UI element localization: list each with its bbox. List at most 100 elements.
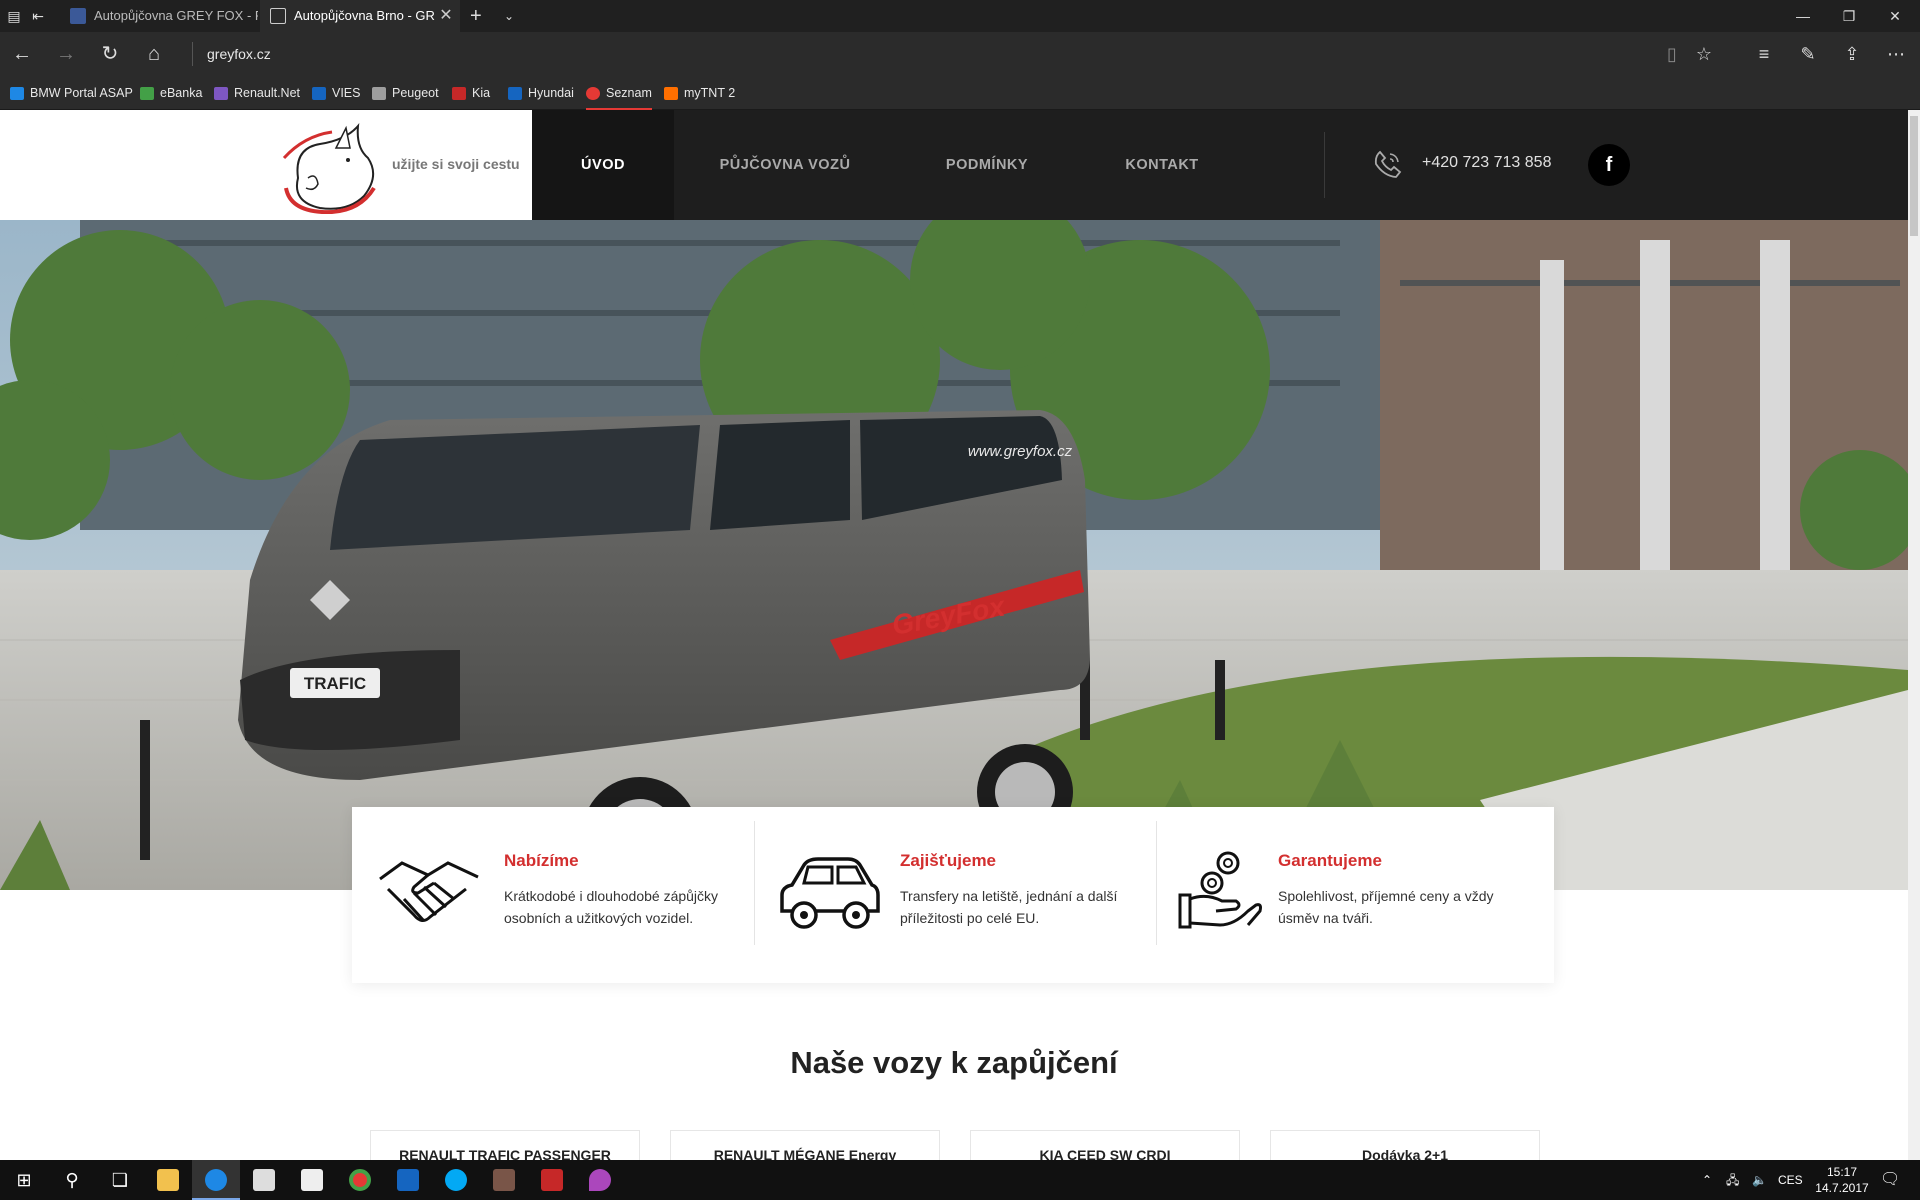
favorite-label: myTNT 2 — [684, 86, 736, 100]
new-tab-button[interactable]: + — [470, 0, 482, 32]
feature-text: Transfery na letiště, jednání a další př… — [900, 888, 1118, 926]
favorites-bar: BMW Portal ASAP eBanka Renault.Net VIES … — [0, 76, 1920, 110]
page-favicon-icon — [270, 8, 286, 24]
car-card-title: RENAULT MÉGANE Energy — [713, 1147, 897, 1160]
favorite-icon — [586, 87, 600, 100]
car-app-icon[interactable] — [528, 1160, 576, 1200]
favorite-item[interactable]: eBanka — [140, 76, 202, 110]
favorite-item[interactable]: Kia — [452, 76, 490, 110]
close-window-icon[interactable]: ✕ — [1872, 0, 1918, 32]
favorite-icon — [452, 87, 466, 100]
feature-garantujeme: Garantujeme Spolehlivost, příjemné ceny … — [1156, 821, 1552, 945]
windows-start-icon[interactable]: ⊞ — [0, 1160, 48, 1200]
logo-area: užijte si svoji cestu — [0, 110, 542, 220]
action-center-icon[interactable]: 🗨 — [1880, 1160, 1900, 1200]
clock-time: 15:17 — [1826, 1165, 1858, 1179]
chrome-icon[interactable] — [336, 1160, 384, 1200]
more-icon[interactable]: ⋯ — [1884, 42, 1908, 66]
favorite-item[interactable]: myTNT 2 — [664, 76, 735, 110]
search-icon[interactable]: ⚲ — [48, 1160, 96, 1200]
car-card[interactable]: KIA CEED SW CRDI — [970, 1130, 1240, 1160]
home-icon[interactable]: ⌂ — [142, 42, 166, 66]
task-view-icon[interactable]: ❏ — [96, 1160, 144, 1200]
site-header: užijte si svoji cestu ÚVOD PŮJČOVNA VOZŮ… — [0, 110, 1908, 220]
browser-tab-inactive[interactable]: Autopůjčovna GREY FOX - F — [60, 0, 258, 32]
nav-kontakt[interactable]: KONTAKT — [1100, 110, 1224, 220]
feature-zajistujeme: Zajišťujeme Transfery na letiště, jednán… — [754, 821, 1150, 945]
favorite-item[interactable]: Hyundai — [508, 76, 574, 110]
favorite-star-icon[interactable]: ☆ — [1692, 42, 1716, 66]
car-card[interactable]: Dodávka 2+1 — [1270, 1130, 1540, 1160]
restore-icon[interactable]: ❐ — [1826, 0, 1872, 32]
minimize-icon[interactable]: — — [1780, 0, 1826, 32]
web-note-icon[interactable]: ✎ — [1796, 42, 1820, 66]
volume-icon[interactable]: 🔈 — [1752, 1160, 1767, 1200]
car-icon — [780, 857, 880, 929]
car-card-title: KIA CEED SW CRDI — [1039, 1147, 1171, 1160]
address-toolbar: ← → ↻ ⌂ greyfox.cz ▯ ☆ ≡ ✎ ⇪ ⋯ — [0, 32, 1920, 76]
close-tab-icon[interactable]: ✕ — [438, 0, 454, 32]
header-divider — [1324, 132, 1325, 198]
mail-icon[interactable] — [288, 1160, 336, 1200]
favorite-label: Seznam — [606, 86, 652, 100]
edge-browser-icon[interactable] — [192, 1160, 240, 1200]
refresh-icon[interactable]: ↻ — [98, 42, 122, 66]
chevron-down-icon[interactable]: ⌄ — [504, 0, 514, 32]
network-icon[interactable]: 🖧 — [1726, 1160, 1739, 1200]
favorite-item[interactable]: Renault.Net — [214, 76, 300, 110]
skype-icon[interactable] — [432, 1160, 480, 1200]
hub-icon[interactable]: ≡ — [1752, 42, 1776, 66]
tab-preview-icon[interactable]: ▤ — [6, 8, 22, 24]
windows-taskbar: ⊞ ⚲ ❏ ⌃ 🖧 🔈 CES 15:17 14.7.2017 🗨 — [0, 1160, 1920, 1200]
favorite-label: Hyundai — [528, 86, 574, 100]
chevron-up-icon[interactable]: ⌃ — [1702, 1160, 1712, 1200]
favorite-item[interactable]: Peugeot — [372, 76, 439, 110]
feature-text: Krátkodobé i dlouhodobé zápůjčky osobníc… — [504, 888, 719, 926]
back-icon[interactable]: ← — [10, 42, 34, 66]
favorite-icon — [312, 87, 326, 100]
forward-icon[interactable]: → — [54, 42, 78, 66]
hand-coins-icon — [1178, 851, 1262, 929]
favorite-item[interactable]: BMW Portal ASAP — [10, 76, 133, 110]
share-icon[interactable]: ⇪ — [1840, 42, 1864, 66]
features-panel: Nabízíme Krátkodobé i dlouhodobé zápůjčk… — [352, 807, 1554, 983]
facebook-icon[interactable]: f — [1588, 144, 1630, 186]
reading-view-icon[interactable]: ▯ — [1660, 42, 1684, 66]
favorite-icon — [10, 87, 24, 100]
tab-title: Autopůjčovna Brno - GR — [294, 8, 435, 23]
favorite-label: Peugeot — [392, 86, 439, 100]
favorite-label: VIES — [332, 86, 361, 100]
feature-text: Spolehlivost, příjemné ceny a vždy úsměv… — [1278, 888, 1494, 926]
phone-icon — [1374, 150, 1402, 178]
section-title: Naše vozy k zapůjčení — [790, 1045, 1118, 1080]
page-scrollbar[interactable] — [1908, 110, 1920, 1160]
nav-uvod[interactable]: ÚVOD — [532, 110, 674, 220]
taskbar-clock[interactable]: 15:17 14.7.2017 — [1812, 1164, 1872, 1196]
scrollbar-thumb[interactable] — [1910, 116, 1918, 236]
file-explorer-icon[interactable] — [144, 1160, 192, 1200]
feature-separator — [754, 821, 755, 945]
favorite-item[interactable]: VIES — [312, 76, 361, 110]
language-indicator[interactable]: CES — [1778, 1160, 1803, 1200]
clock-date: 14.7.2017 — [1815, 1181, 1869, 1195]
hero-image: TRAFIC GreyFox www.greyfox.cz — [0, 220, 1908, 890]
address-input[interactable]: greyfox.cz — [192, 42, 1592, 66]
favorite-icon — [372, 87, 386, 100]
maps-icon[interactable] — [576, 1160, 624, 1200]
favorite-icon — [214, 87, 228, 100]
browser-tab-active[interactable]: Autopůjčovna Brno - GR ✕ — [260, 0, 460, 32]
car-card[interactable]: RENAULT MÉGANE Energy — [670, 1130, 940, 1160]
car-card[interactable]: RENAULT TRAFIC PASSENGER — [370, 1130, 640, 1160]
favorite-item[interactable]: Seznam — [586, 76, 652, 110]
nav-podminky[interactable]: PODMÍNKY — [920, 110, 1054, 220]
store-icon[interactable] — [240, 1160, 288, 1200]
handshake-icon — [379, 861, 479, 923]
set-aside-tabs-icon[interactable]: ⇤ — [30, 8, 46, 24]
nav-pujcovna-vozu[interactable]: PŮJČOVNA VOZŮ — [690, 110, 880, 220]
app-icon[interactable] — [480, 1160, 528, 1200]
car-card-title: Dodávka 2+1 — [1362, 1147, 1448, 1160]
phone-number[interactable]: +420 723 713 858 — [1422, 154, 1551, 172]
favorite-icon — [140, 87, 154, 100]
outlook-icon[interactable] — [384, 1160, 432, 1200]
greyfox-logo-icon[interactable] — [276, 118, 384, 214]
